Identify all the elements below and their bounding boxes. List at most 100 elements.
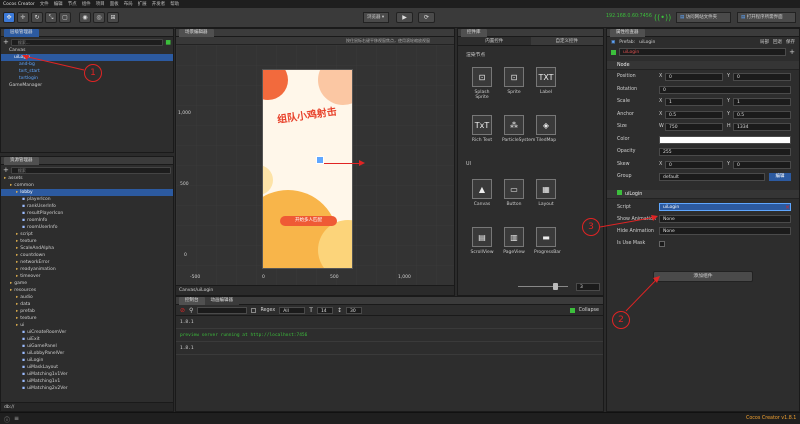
tab-builtin-widgets[interactable]: 内置控件 [458, 37, 531, 45]
asset-item[interactable]: ▪ uiMatching2v2Ver [1, 385, 173, 392]
asset-item[interactable]: ▪ uiCreateRoomVer [1, 329, 173, 336]
local-global-icon[interactable]: ◉ [79, 12, 91, 23]
asset-item[interactable]: ▪ playerIcon [1, 196, 173, 203]
menu-project[interactable]: 项目 [96, 1, 105, 7]
asset-item[interactable]: ▸ audio [1, 294, 173, 301]
move-icon[interactable]: ✛ [17, 12, 29, 23]
asset-item[interactable]: ▸ texture [1, 238, 173, 245]
rotate-icon[interactable]: ↻ [31, 12, 43, 23]
asset-item[interactable]: ▪ resultPlayerIcon [1, 210, 173, 217]
component-section-header[interactable]: uiLogin [607, 190, 799, 199]
scene-tab[interactable]: 场景编辑器 [179, 28, 214, 37]
animation-editor-tab[interactable]: 动画编辑器 [204, 296, 239, 305]
node-active-checkbox[interactable] [611, 49, 616, 55]
menu-help[interactable]: 帮助 [170, 1, 179, 7]
open-sim-folder-button[interactable]: ▤ 访问网站文件夹 [676, 12, 731, 23]
menu-file[interactable]: 文件 [40, 1, 49, 7]
script-field[interactable]: uiLogin [659, 203, 791, 211]
asset-item[interactable]: ▸ data [1, 301, 173, 308]
asset-item[interactable]: ▪ uiExit [1, 336, 173, 343]
prop-input-position-y[interactable]: 0 [733, 73, 791, 81]
pivot-center-icon[interactable]: ◎ [93, 12, 105, 23]
hierarchy-tab[interactable]: 层级管理器 [4, 28, 39, 37]
menu-layout[interactable]: 布局 [124, 1, 133, 7]
node-name-input[interactable]: uiLogin [619, 48, 787, 56]
menu-edit[interactable]: 编辑 [54, 1, 63, 7]
prop-input-size-w[interactable]: 750 [665, 123, 723, 131]
widget-card[interactable]: ◈ TiledMap [534, 115, 558, 143]
asset-item[interactable]: ▪ uiMaskLayout [1, 364, 173, 371]
transform-gizmo-handle[interactable] [316, 156, 324, 164]
zoom-value-input[interactable]: 3 [576, 283, 600, 291]
color-swatch[interactable] [659, 135, 791, 144]
log-level-select[interactable]: All [279, 306, 306, 314]
asset-item[interactable]: ▸ script [1, 231, 173, 238]
asset-item[interactable]: ▸ assets [1, 175, 173, 182]
prop-input-skew-x[interactable]: 0 [665, 160, 723, 169]
prop-input-size-h[interactable]: 1334 [733, 123, 791, 131]
component-checkbox[interactable] [617, 190, 622, 195]
hierarchy-search-input[interactable]: 搜索... [10, 38, 164, 46]
asset-item[interactable]: ▪ uiLobbyPanelVer [1, 350, 173, 357]
asset-item[interactable]: ▸ ui [1, 322, 173, 329]
asset-item[interactable]: ▪ uiLogin [1, 357, 173, 364]
line-height-select[interactable]: 30 [345, 306, 362, 314]
assets-search-input[interactable]: 搜索 [10, 166, 171, 174]
hierarchy-node[interactable]: GameManager [1, 82, 173, 89]
widget-card[interactable]: ⊡ Sprite [502, 67, 526, 95]
widget-card[interactable]: ⁂ ParticleSystem [502, 115, 535, 143]
add-asset-icon[interactable]: + [3, 166, 9, 174]
play-icon[interactable]: ▶ [396, 12, 413, 23]
prop-input-scale-y[interactable]: 1 [733, 98, 791, 106]
asset-item[interactable]: ▸ game [1, 280, 173, 287]
add-component-button[interactable]: 添加组件 [653, 271, 753, 282]
zoom-slider-track[interactable] [518, 286, 568, 287]
rect-tool-icon[interactable]: ▢ [59, 12, 71, 23]
widget-card[interactable]: ▬ ProgressBar [534, 227, 561, 255]
prop-input-anchor-y[interactable]: 0.5 [733, 110, 791, 119]
asset-item[interactable]: ▪ rankUserInfo [1, 203, 173, 210]
refresh-icon[interactable]: ⟳ [418, 12, 435, 23]
prop-input-scale-x[interactable]: 1 [665, 98, 723, 106]
asset-item[interactable]: ▸ texture [1, 315, 173, 322]
console-filter-input[interactable] [197, 306, 248, 314]
show-animation-select[interactable]: None [659, 215, 791, 223]
menu-component[interactable]: 组件 [82, 1, 91, 7]
asset-item[interactable]: ▸ readyanimation [1, 266, 173, 273]
scale-icon[interactable]: ⤡ [45, 12, 57, 23]
prop-input-position-x[interactable]: 0 [665, 73, 723, 81]
asset-item[interactable]: ▪ uiGamePanel [1, 343, 173, 350]
inspector-tab[interactable]: 属性检查器 [610, 28, 645, 37]
snap-icon[interactable]: ⊞ [107, 12, 119, 23]
asset-item[interactable]: ▸ common [1, 182, 173, 189]
prop-input-rotation[interactable]: 0 [659, 85, 791, 94]
asset-item[interactable]: ▸ resources [1, 287, 173, 294]
tab-custom-widgets[interactable]: 自定义控件 [530, 37, 603, 45]
game-canvas-preview[interactable]: 组队小鸡射击 开始多人匹配 [262, 69, 353, 269]
hide-animation-select[interactable]: None [659, 227, 791, 235]
prop-input-skew-y[interactable]: 0 [733, 160, 791, 169]
menu-extension[interactable]: 扩展 [138, 1, 147, 7]
prefab-local-button[interactable]: 局部 [760, 39, 769, 45]
prefab-revert-button[interactable]: 回退 [773, 39, 782, 45]
close-icon[interactable]: × [785, 204, 790, 211]
gizmo-x-axis[interactable] [324, 163, 360, 164]
font-size-select[interactable]: 14 [316, 306, 333, 314]
start-match-button[interactable]: 开始多人匹配 [280, 216, 337, 226]
assets-tab[interactable]: 资源管理器 [4, 156, 39, 165]
widget-library-tab[interactable]: 控件库 [461, 28, 487, 37]
widget-card[interactable]: ⊡ Splash Sprite [470, 67, 494, 100]
server-ip[interactable]: 192.168.0.60:7456 [606, 14, 652, 19]
add-icon[interactable]: + [789, 48, 795, 56]
widget-card[interactable]: ▤ ScrollView [470, 227, 494, 255]
asset-item[interactable]: ▪ roomUserInfo [1, 224, 173, 231]
asset-item[interactable]: ▸ timeover [1, 273, 173, 280]
regex-checkbox[interactable] [251, 307, 257, 313]
asset-item[interactable]: ▸ networkError [1, 259, 173, 266]
asset-item[interactable]: ▸ prefab [1, 308, 173, 315]
widget-card[interactable]: ▥ PageView [502, 227, 526, 255]
menu-node[interactable]: 节点 [68, 1, 77, 7]
menu-developer[interactable]: 开发者 [152, 1, 166, 7]
widget-card[interactable]: ▲ Canvas [470, 179, 494, 207]
group-edit-button[interactable]: 编辑 [769, 173, 791, 181]
